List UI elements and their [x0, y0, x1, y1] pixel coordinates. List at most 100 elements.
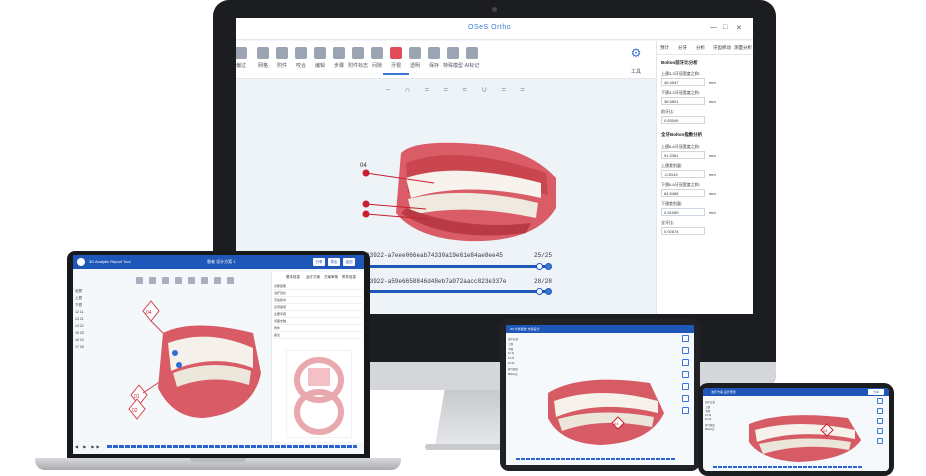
- field-unit: mm: [709, 80, 716, 85]
- laptop-notch: [190, 458, 246, 462]
- field-label: 下颌3-3牙冠宽度之和:: [661, 90, 700, 95]
- table-row: 附件: [274, 326, 362, 332]
- marker-label: 04: [146, 310, 152, 316]
- list-item[interactable]: 上颌: [75, 296, 105, 303]
- laptop-header: 3D Analytic Report Tool 患者 设计方案 1 分享 导出 …: [73, 255, 364, 269]
- tab-basic-info[interactable]: 基本信息: [286, 275, 300, 280]
- step-track[interactable]: [713, 466, 863, 468]
- step-track[interactable]: [516, 458, 676, 460]
- playback-controls[interactable]: ◀ ▶ ▶▶: [75, 444, 102, 449]
- list-item[interactable]: 13 21: [75, 317, 105, 324]
- marker-label: 04: [614, 421, 619, 426]
- tool-icon[interactable]: [681, 383, 689, 390]
- phone-screen: 治疗方案 设计预览 分享 治疗方案 上颌 下颌 12 11 13 21 牙弓宽度…: [703, 388, 889, 471]
- share-button[interactable]: 分享: [868, 389, 884, 395]
- list-item[interactable]: 15 23: [75, 331, 105, 338]
- tab-measure[interactable]: 测量分析: [734, 45, 752, 51]
- tool-icon[interactable]: [136, 277, 143, 284]
- tab-separate[interactable]: 分牙: [678, 45, 687, 51]
- section-title: 全牙Bolton指数分析: [661, 132, 703, 137]
- minimize-button[interactable]: —: [710, 24, 717, 31]
- field-unit: mm: [709, 99, 716, 104]
- phone-tools: [873, 398, 887, 448]
- back-button[interactable]: 返回: [343, 258, 355, 266]
- tool-icon[interactable]: [175, 277, 182, 284]
- list-item[interactable]: 14 22: [75, 324, 105, 331]
- list-item[interactable]: 12 11: [75, 310, 105, 317]
- tool-icon[interactable]: [162, 277, 169, 284]
- tool-icon[interactable]: [877, 408, 883, 414]
- laptop-toolbar: [133, 271, 263, 284]
- prev-step-button[interactable]: [536, 288, 543, 295]
- settings-tool[interactable]: ⚙ 工具: [624, 46, 648, 78]
- table-row: 注意事项: [274, 305, 362, 311]
- tool-icon[interactable]: [149, 277, 156, 284]
- tool-icon[interactable]: [681, 347, 689, 354]
- laptop-info-panel: 基本信息 治疗方案 方案审核 附件信息 诊断结果 治疗目标 牙齿移动 注意事项 …: [271, 272, 363, 442]
- field-label: 上颌3-3牙冠宽度之和:: [661, 71, 700, 76]
- laptop-dental-model[interactable]: 04 01 02: [113, 293, 273, 443]
- tablet-screen: 3D 分析报告 方案设计 治疗方案 上颌 下颌 12 11 13 21 14 2…: [506, 325, 694, 465]
- tab-review[interactable]: 方案审核: [324, 275, 338, 280]
- tab-attachment[interactable]: 附件信息: [342, 275, 356, 280]
- field-label: 上颌差别量:: [661, 163, 683, 168]
- tool-icon[interactable]: [877, 398, 883, 404]
- field-label: 前牙比:: [661, 109, 675, 114]
- table-row: 治疗目标: [274, 291, 362, 297]
- tablet-dental-model[interactable]: 04: [540, 363, 670, 451]
- list-item[interactable]: 下颌: [75, 303, 105, 310]
- app-logo: OSeS Orthо: [468, 24, 512, 31]
- tool-icon[interactable]: [227, 277, 234, 284]
- step-slider-lower[interactable]: [366, 290, 546, 293]
- edit-icon: [314, 47, 326, 59]
- tool-icon[interactable]: [681, 395, 689, 402]
- app-logo-icon: [77, 258, 85, 266]
- phone-dental-model[interactable]: 04: [743, 404, 868, 464]
- list-item[interactable]: 16 24: [75, 338, 105, 345]
- list-item[interactable]: Bolton比: [705, 427, 741, 432]
- tool-icon[interactable]: [681, 371, 689, 378]
- step-slider-upper[interactable]: [366, 265, 546, 268]
- tool-icon[interactable]: [877, 418, 883, 424]
- tool-icon[interactable]: [214, 277, 221, 284]
- tool-icon[interactable]: [877, 428, 883, 434]
- tool-icon[interactable]: [877, 438, 883, 444]
- attachment-mark-icon: [352, 47, 364, 59]
- list-item[interactable]: 全颌: [75, 289, 105, 296]
- field-unit: mm: [709, 191, 716, 196]
- next-step-button[interactable]: [545, 263, 552, 270]
- field-value: 0.91089: [661, 208, 705, 216]
- close-button[interactable]: ✕: [736, 24, 742, 32]
- save-icon: [428, 47, 440, 59]
- sequence-id: 23922-a59e6658846d48eb7a072aacc823e337e: [366, 278, 507, 285]
- tool-icon[interactable]: [681, 335, 689, 342]
- list-item[interactable]: 17 25: [75, 345, 105, 352]
- tool-icon[interactable]: [681, 359, 689, 366]
- view-orientation-icons[interactable]: – ∩ = = = ∪ = =: [386, 85, 531, 95]
- tab-plan[interactable]: 治疗方案: [306, 275, 320, 280]
- tablet-header: 3D 分析报告 方案设计: [506, 325, 694, 333]
- prev-step-button[interactable]: [536, 263, 543, 270]
- step-track[interactable]: [107, 445, 357, 448]
- step-count: 25/25: [534, 252, 553, 259]
- table-row: 主要问题: [274, 312, 362, 318]
- export-button[interactable]: 导出: [328, 258, 340, 266]
- tab-estimate[interactable]: 预计: [660, 45, 669, 51]
- tool-icon[interactable]: [681, 407, 689, 414]
- tool-ai-mark[interactable]: AI标记: [459, 45, 485, 75]
- tool-icon[interactable]: [201, 277, 208, 284]
- next-step-button[interactable]: [545, 288, 552, 295]
- share-button[interactable]: 分享: [313, 258, 325, 266]
- app-title: 治疗方案 设计预览: [711, 390, 736, 394]
- dental-model-3d[interactable]: 04 02 03: [356, 123, 566, 253]
- attachment-icon: [276, 47, 288, 59]
- field-label: 下颌差别量:: [661, 201, 683, 206]
- tab-tooth-move[interactable]: 牙齿移动: [713, 45, 731, 51]
- maximize-button[interactable]: □: [723, 24, 727, 31]
- steps-icon: [333, 47, 345, 59]
- laptop-screen: 3D Analytic Report Tool 患者 设计方案 1 分享 导出 …: [73, 255, 364, 454]
- field-unit: mm: [709, 172, 716, 177]
- tool-icon[interactable]: [188, 277, 195, 284]
- tab-analysis[interactable]: 分析: [696, 45, 705, 51]
- analysis-panel: 预计 分牙 分析 牙齿移动 测量分析 Bolton前牙比分析 上颌3-3牙冠宽度…: [656, 41, 753, 314]
